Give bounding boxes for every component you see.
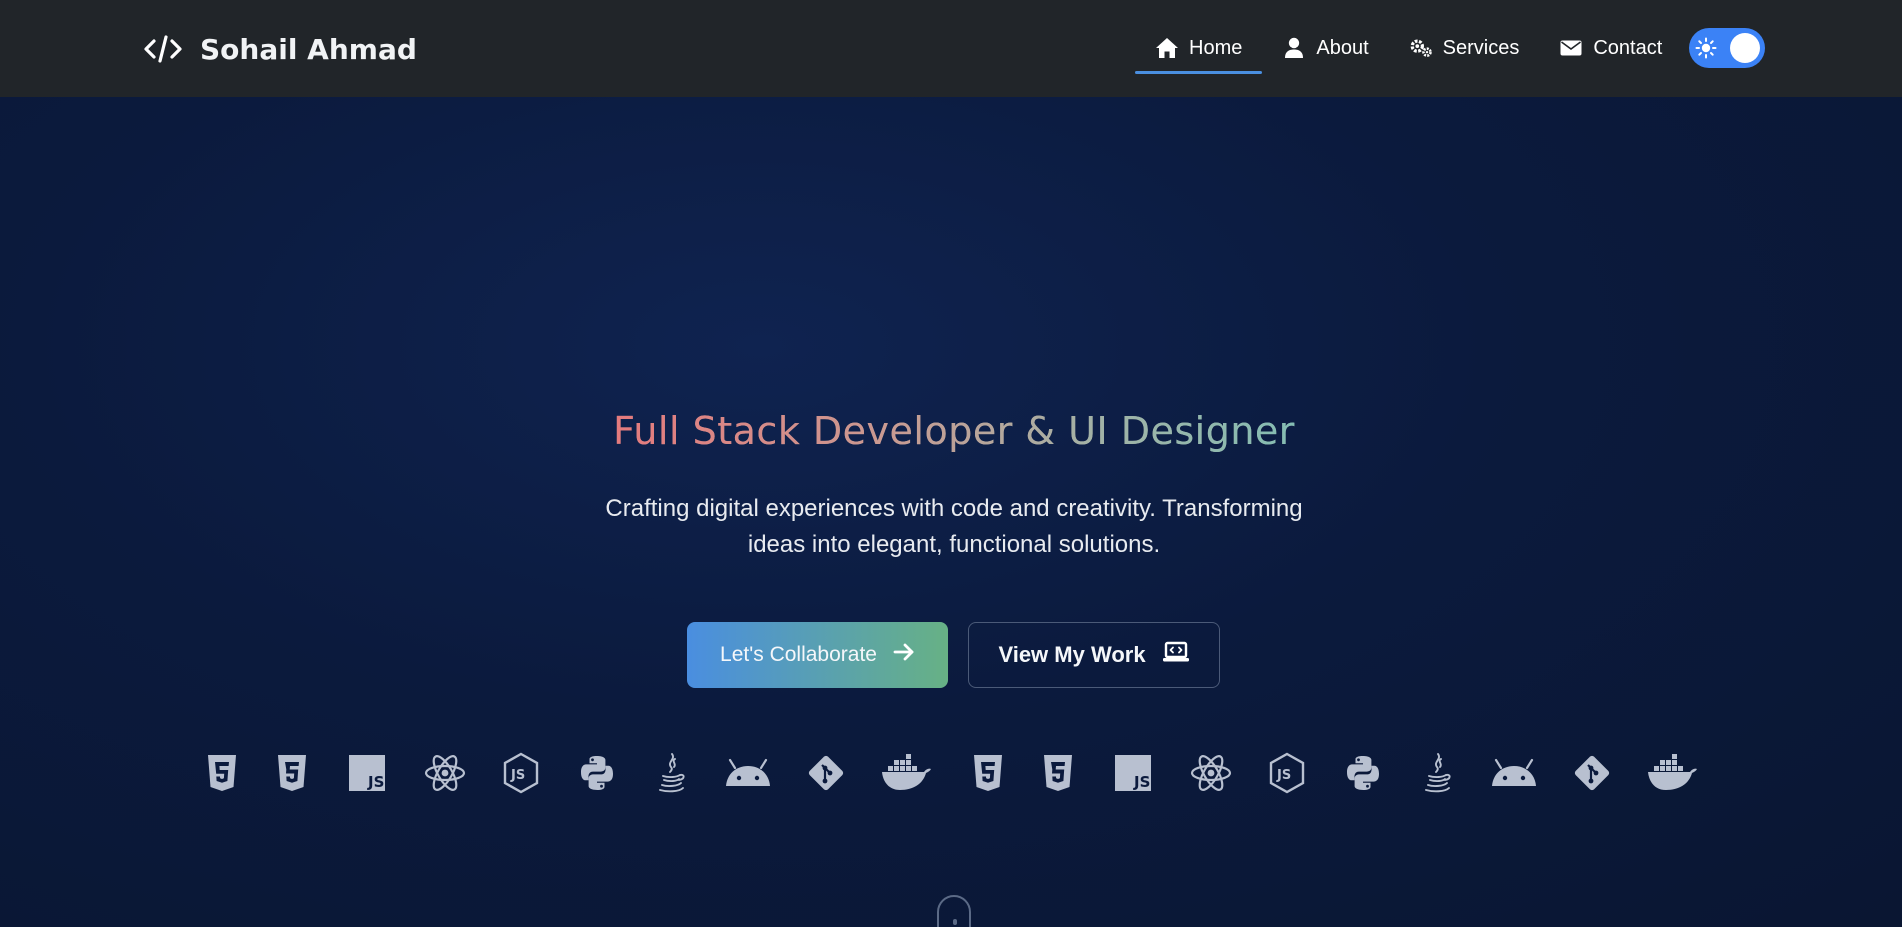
react-icon xyxy=(1189,748,1233,798)
python-icon xyxy=(1343,748,1383,798)
html5-icon xyxy=(204,748,240,798)
nav-item-label: Home xyxy=(1189,36,1243,59)
lets-collaborate-button[interactable]: Let's Collaborate xyxy=(687,622,948,688)
user-icon xyxy=(1282,37,1306,59)
theme-toggle[interactable] xyxy=(1689,28,1765,68)
navbar: Sohail Ahmad Home About Services Contact xyxy=(0,0,1902,97)
brand[interactable]: Sohail Ahmad xyxy=(142,28,417,70)
hero-section: Full Stack Developer & UI Designer Craft… xyxy=(0,97,1902,927)
nav-item-label: Services xyxy=(1442,36,1520,59)
css3-icon xyxy=(1040,748,1076,798)
js-icon: JS xyxy=(1113,748,1153,798)
view-my-work-button[interactable]: View My Work xyxy=(968,622,1220,688)
nav-item-label: About xyxy=(1316,36,1369,59)
nodejs-icon: JS xyxy=(1267,748,1307,798)
laptop-code-icon xyxy=(1162,641,1190,669)
android-icon xyxy=(723,748,773,798)
docker-icon xyxy=(880,748,932,798)
svg-text:JS: JS xyxy=(510,768,525,783)
android-icon xyxy=(1489,748,1539,798)
nav-item-contact[interactable]: Contact xyxy=(1539,22,1682,74)
css3-icon xyxy=(274,748,310,798)
code-icon xyxy=(142,28,184,70)
hero-title-text: Full Stack Developer & UI Designer xyxy=(613,409,1295,453)
git-icon xyxy=(1571,748,1613,798)
sun-icon xyxy=(1695,37,1717,59)
js-icon: JS xyxy=(347,748,387,798)
svg-text:JS: JS xyxy=(1276,768,1291,783)
nodejs-icon: JS xyxy=(501,748,541,798)
react-icon xyxy=(423,748,467,798)
button-label: Let's Collaborate xyxy=(720,643,877,666)
svg-text:JS: JS xyxy=(367,773,384,791)
nav-item-home[interactable]: Home xyxy=(1135,22,1263,74)
java-icon xyxy=(1419,748,1455,798)
arrow-right-icon xyxy=(893,642,915,668)
svg-text:JS: JS xyxy=(1133,773,1150,791)
gears-icon xyxy=(1409,37,1433,59)
nav-item-label: Contact xyxy=(1593,36,1663,59)
home-icon xyxy=(1155,37,1179,59)
nav-item-services[interactable]: Services xyxy=(1389,22,1540,74)
brand-name: Sohail Ahmad xyxy=(200,32,417,66)
docker-icon xyxy=(1646,748,1698,798)
html5-icon xyxy=(970,748,1006,798)
toggle-knob xyxy=(1730,33,1760,63)
hero-title: Full Stack Developer & UI Designer xyxy=(0,409,1902,453)
scroll-down-indicator[interactable] xyxy=(937,895,971,927)
git-icon xyxy=(805,748,847,798)
python-icon xyxy=(577,748,617,798)
nav-item-about[interactable]: About xyxy=(1262,22,1388,74)
tech-icons-row: JS JS JS JS xyxy=(204,748,1704,798)
button-label: View My Work xyxy=(998,642,1146,667)
java-icon xyxy=(653,748,689,798)
hero-subtitle: Crafting digital experiences with code a… xyxy=(605,495,1303,558)
envelope-icon xyxy=(1559,37,1583,59)
nav-links: Home About Services Contact xyxy=(1135,22,1682,74)
